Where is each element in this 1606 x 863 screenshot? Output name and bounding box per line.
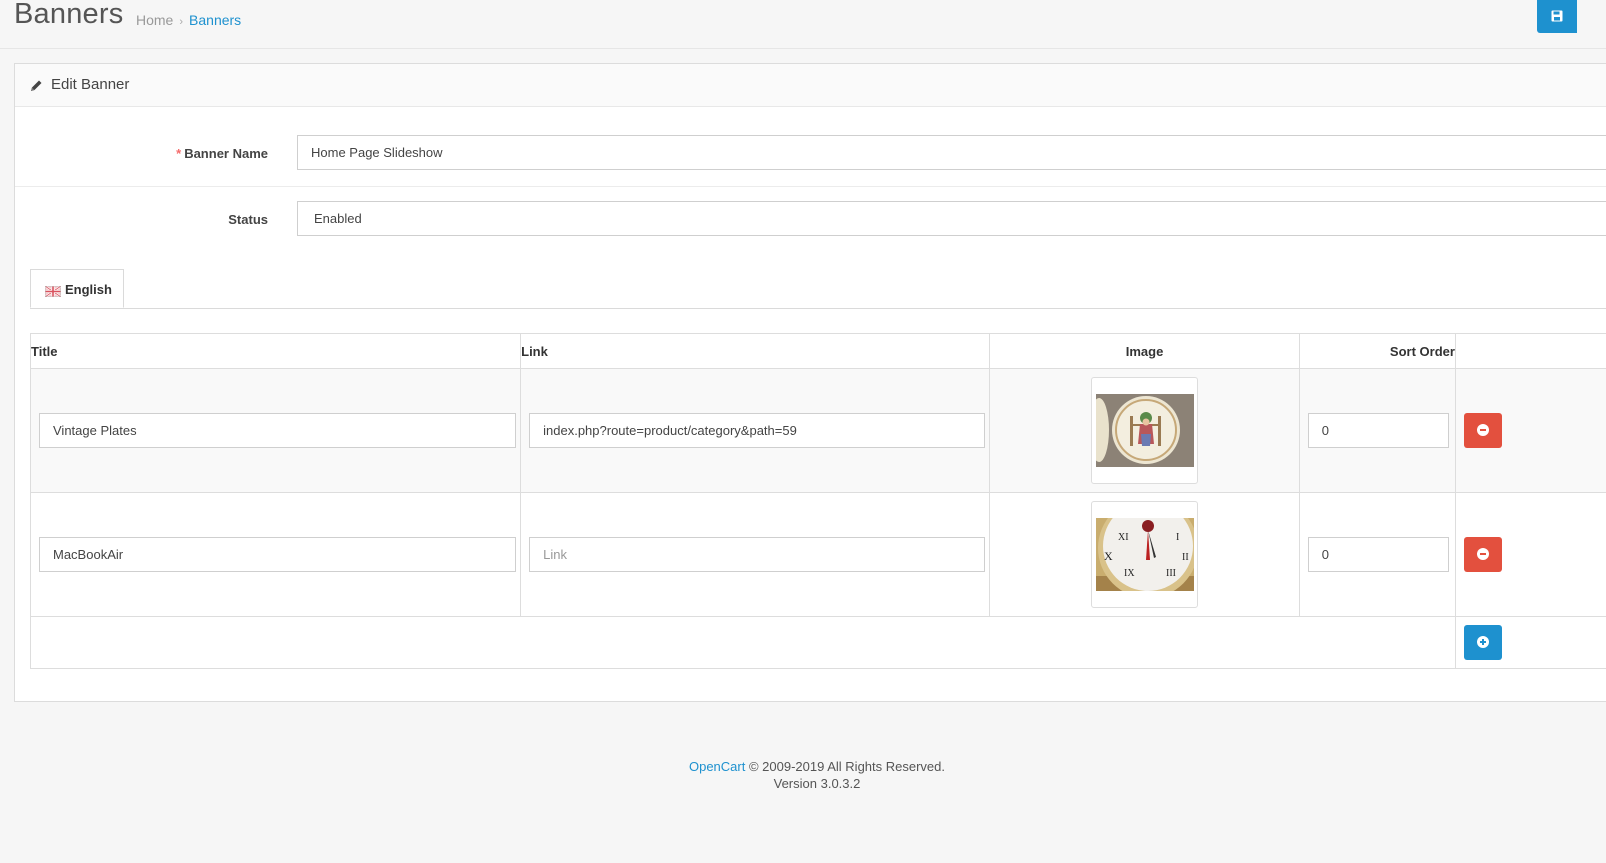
language-tabs: English [30, 269, 1606, 309]
title-input[interactable]: MacBookAir [39, 537, 516, 572]
image-thumbnail[interactable] [1091, 377, 1199, 484]
edit-banner-panel: Edit Banner * Banner Name Home Page Slide… [14, 63, 1606, 702]
banner-name-row: * Banner Name Home Page Slideshow [15, 106, 1606, 187]
add-image-button[interactable] [1463, 625, 1502, 660]
svg-text:II: II [1182, 552, 1189, 563]
banner-name-label: * Banner Name [176, 146, 268, 161]
clock-image: X XI I II IX III [1096, 518, 1195, 591]
tab-english[interactable]: English [30, 269, 124, 308]
save-button[interactable] [1537, 0, 1577, 33]
minus-circle-icon [1476, 424, 1489, 436]
page-title: Banners [14, 0, 124, 30]
tab-english-label: English [65, 282, 112, 297]
column-header-image: Image [989, 333, 1300, 369]
floppy-disk-icon [1551, 10, 1563, 22]
minus-circle-icon [1476, 548, 1489, 560]
column-header-sort-order: Sort Order [1298, 333, 1456, 369]
sort-order-input[interactable]: 0 [1307, 537, 1449, 572]
page-footer: OpenCart © 2009-2019 All Rights Reserved… [0, 758, 1606, 792]
svg-text:IX: IX [1124, 568, 1135, 579]
svg-text:III: III [1166, 568, 1176, 579]
status-select[interactable]: Enabled [297, 201, 1606, 236]
column-header-actions [1454, 333, 1606, 369]
table-row: MacBookAir Link X XI I II IX III 0 [29, 492, 1606, 617]
link-input[interactable]: Link [529, 537, 986, 572]
sort-order-input[interactable]: 0 [1307, 413, 1449, 448]
table-header-row: Title Link Image Sort Order [29, 333, 1606, 369]
version-text: Version 3.0.3.2 [773, 776, 861, 791]
vintage-plates-image [1096, 394, 1195, 467]
svg-text:XI: XI [1118, 532, 1129, 543]
pencil-icon [31, 80, 42, 91]
table-row: Vintage Plates index.php?route=product/c… [29, 368, 1606, 493]
uk-flag-icon [45, 286, 61, 297]
svg-text:I: I [1176, 532, 1179, 543]
column-header-title: Title [29, 333, 522, 369]
status-label: Status [228, 212, 268, 227]
banner-images-table: Title Link Image Sort Order Vintage Plat… [29, 333, 1606, 669]
remove-image-button[interactable] [1463, 413, 1502, 448]
column-header-link: Link [520, 333, 991, 369]
panel-heading: Edit Banner [15, 64, 1606, 107]
title-input[interactable]: Vintage Plates [39, 413, 516, 448]
breadcrumb-home-link[interactable]: Home [136, 12, 173, 28]
required-asterisk: * [176, 146, 182, 161]
page-header: Banners Home › Banners [0, 0, 1606, 49]
copyright-line: OpenCart © 2009-2019 All Rights Reserved… [0, 758, 1606, 775]
breadcrumb: Home › Banners [136, 12, 241, 28]
breadcrumb-banners-link[interactable]: Banners [189, 12, 241, 28]
image-thumbnail[interactable]: X XI I II IX III [1091, 501, 1199, 608]
svg-text:X: X [1104, 549, 1113, 563]
panel-title: Edit Banner [51, 76, 130, 93]
copyright-text: © 2009-2019 All Rights Reserved. [748, 759, 946, 774]
status-row: Status Enabled [15, 187, 1606, 267]
banner-name-input[interactable]: Home Page Slideshow [297, 135, 1606, 170]
remove-image-button[interactable] [1463, 537, 1502, 572]
link-input[interactable]: index.php?route=product/category&path=59 [529, 413, 986, 448]
table-footer-row [30, 616, 1606, 669]
plus-circle-icon [1476, 636, 1489, 648]
breadcrumb-separator: › [179, 16, 184, 28]
opencart-link[interactable]: OpenCart [689, 759, 745, 774]
